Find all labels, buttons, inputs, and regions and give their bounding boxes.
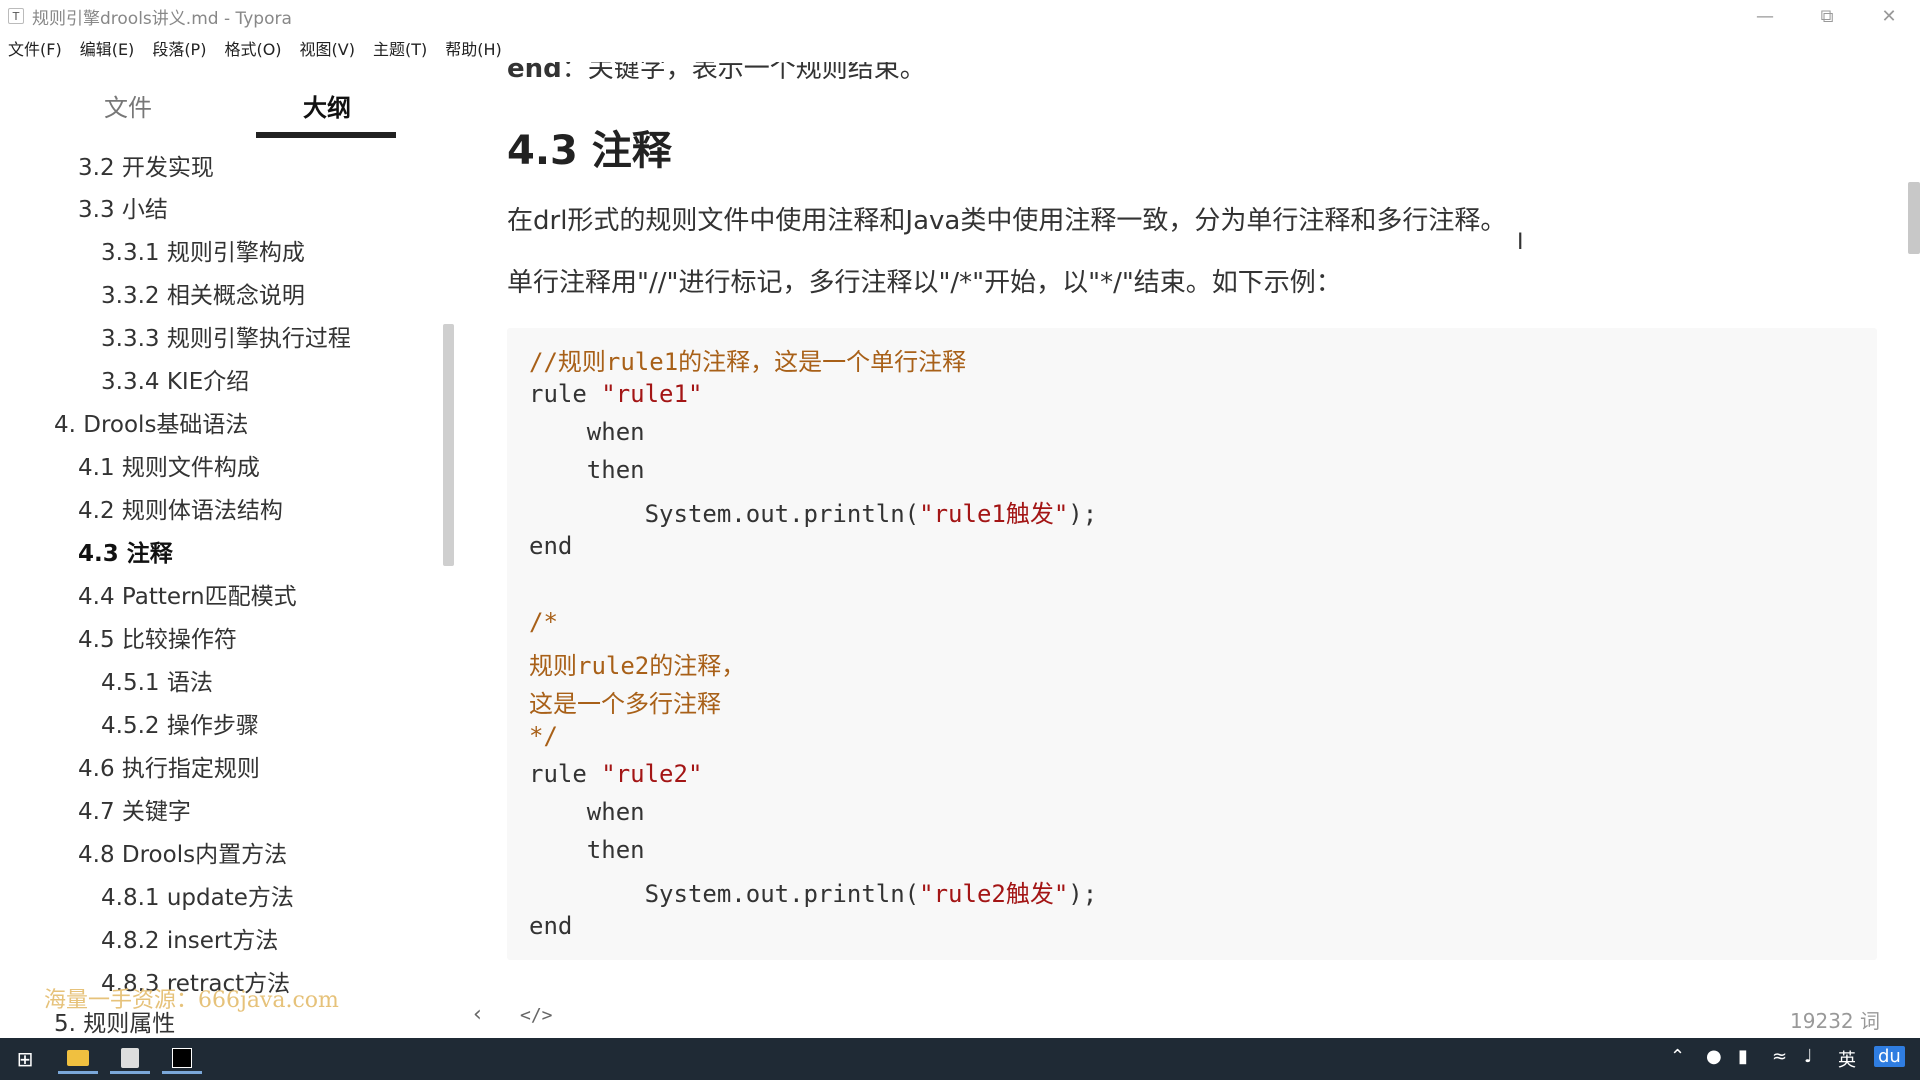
watermark-text: 海量一手资源：666java.com — [44, 988, 339, 1013]
editor-scrollbar[interactable] — [1908, 182, 1920, 254]
outline-item[interactable]: 4.8 Drools内置方法 — [78, 835, 287, 869]
menu-file[interactable]: 文件(F) — [8, 36, 62, 60]
keyword-end: end — [507, 62, 562, 84]
outline-item[interactable]: 4.8.2 insert方法 — [101, 921, 278, 955]
code-string: "rule2触发" — [919, 880, 1069, 908]
menu-edit[interactable]: 编辑(E) — [80, 36, 135, 60]
menu-help[interactable]: 帮助(H) — [445, 36, 502, 60]
outline-item[interactable]: 3.3 小结 — [78, 190, 168, 224]
outline-item[interactable]: 4.1 规则文件构成 — [78, 448, 260, 482]
restore-icon[interactable]: ⧉ — [1796, 0, 1858, 32]
outline-item[interactable]: 4.4 Pattern匹配模式 — [78, 577, 297, 611]
code-token: System.out.println( — [529, 880, 920, 908]
source-code-icon[interactable]: </> — [520, 1005, 553, 1026]
sidebar-scrollbar[interactable] — [443, 324, 454, 566]
typora-app-icon: T — [8, 8, 24, 24]
menu-bar: 文件(F) 编辑(E) 段落(P) 格式(O) 视图(V) 主题(T) 帮助(H… — [0, 34, 520, 62]
outline-item[interactable]: 4.6 执行指定规则 — [78, 749, 260, 783]
code-line: rule "rule2" — [529, 760, 702, 788]
code-line: //规则rule1的注释，这是一个单行注释 — [529, 348, 967, 376]
code-line: then — [529, 456, 645, 484]
windows-start-icon[interactable]: ⊞ — [5, 1044, 45, 1074]
outline-item[interactable]: 3.3.4 KIE介绍 — [101, 362, 249, 396]
code-line: 这是一个多行注释 — [529, 690, 721, 718]
menu-format[interactable]: 格式(O) — [224, 36, 281, 60]
outline-item[interactable]: 3.3.3 规则引擎执行过程 — [101, 319, 351, 353]
sidebar-tabs: 文件 大纲 — [0, 62, 455, 138]
window-title: 规则引擎drools讲义.md - Typora — [32, 8, 292, 29]
tab-files[interactable]: 文件 — [104, 88, 152, 123]
title-bar: T 规则引擎drools讲义.md - Typora — ⧉ ✕ — [0, 0, 1920, 32]
code-token: ); — [1068, 500, 1098, 528]
outline-item[interactable]: 3.2 开发实现 — [78, 148, 214, 182]
input-language[interactable]: 英 — [1838, 1046, 1856, 1072]
code-line: rule "rule1" — [529, 380, 702, 408]
tab-outline[interactable]: 大纲 — [303, 88, 351, 123]
code-line: when — [529, 798, 645, 826]
close-icon[interactable]: ✕ — [1858, 0, 1920, 32]
minimize-icon[interactable]: — — [1734, 0, 1796, 32]
word-count[interactable]: 19232 词 — [1790, 1005, 1880, 1034]
outline-item[interactable]: 4.7 关键字 — [78, 792, 191, 826]
intellij-icon[interactable] — [162, 1044, 202, 1074]
battery-icon[interactable]: ▮ — [1738, 1046, 1748, 1067]
chevron-up-icon[interactable]: ⌃ — [1670, 1046, 1685, 1067]
paragraph-2: 单行注释用"//"进行标记，多行注释以"/*"开始，以"*/"结束。如下示例： — [507, 268, 1342, 298]
code-line: 规则rule2的注释， — [529, 652, 746, 680]
code-token: ); — [1068, 880, 1098, 908]
code-line: end — [529, 532, 573, 560]
menu-theme[interactable]: 主题(T) — [373, 36, 427, 60]
code-string: "rule1" — [601, 380, 703, 408]
previous-line: end：关键字，表示一个规则结束。 — [507, 62, 926, 85]
volume-icon[interactable]: ♩ — [1804, 1046, 1813, 1067]
code-string: "rule1触发" — [919, 500, 1069, 528]
code-line: System.out.println("rule1触发"); — [529, 494, 1098, 529]
editor-content[interactable]: end：关键字，表示一个规则结束。 4.3 注释 在drl形式的规则文件中使用注… — [455, 62, 1920, 1038]
code-token: System.out.println( — [529, 500, 920, 528]
file-explorer-icon[interactable] — [58, 1044, 98, 1074]
code-block[interactable]: //规则rule1的注释，这是一个单行注释 rule "rule1" when … — [507, 328, 1877, 960]
code-line: /* — [529, 608, 558, 636]
outline-item[interactable]: 4.8.1 update方法 — [101, 878, 294, 912]
outline-item[interactable]: 4.2 规则体语法结构 — [78, 491, 283, 525]
code-line: */ — [529, 722, 558, 750]
menu-view[interactable]: 视图(V) — [300, 36, 355, 60]
menu-paragraph[interactable]: 段落(P) — [152, 36, 206, 60]
text-cursor-icon: I — [1517, 230, 1524, 255]
outline-item[interactable]: 4.5.1 语法 — [101, 663, 213, 697]
chevron-left-icon[interactable]: ‹ — [473, 1002, 482, 1027]
previous-line-text: ：关键字，表示一个规则结束。 — [561, 62, 926, 84]
code-line: then — [529, 836, 645, 864]
paragraph-1: 在drl形式的规则文件中使用注释和Java类中使用注释一致，分为单行注释和多行注… — [507, 206, 1507, 236]
baidu-input-icon[interactable]: du — [1874, 1046, 1905, 1067]
code-token: rule — [529, 760, 602, 788]
sidebar: 文件 大纲 3.2 开发实现 3.3 小结 3.3.1 规则引擎构成 3.3.2… — [0, 62, 455, 1038]
microphone-icon[interactable]: ● — [1706, 1046, 1722, 1067]
wifi-icon[interactable]: ≈ — [1772, 1046, 1787, 1067]
code-line: when — [529, 418, 645, 446]
code-token: rule — [529, 380, 602, 408]
outline-list: 3.2 开发实现 3.3 小结 3.3.1 规则引擎构成 3.3.2 相关概念说… — [0, 138, 440, 1038]
code-string: "rule2" — [601, 760, 703, 788]
code-line: end — [529, 912, 573, 940]
outline-item[interactable]: 3.3.1 规则引擎构成 — [101, 233, 305, 267]
code-line: System.out.println("rule2触发"); — [529, 874, 1098, 909]
taskbar: ⊞ ⌃ ● ▮ ≈ ♩ 英 du — [0, 1038, 1920, 1080]
window-controls: — ⧉ ✕ — [1734, 0, 1920, 32]
outline-item-active[interactable]: 4.3 注释 — [78, 534, 173, 568]
outline-item[interactable]: 4. Drools基础语法 — [54, 405, 248, 439]
outline-item[interactable]: 4.5 比较操作符 — [78, 620, 237, 654]
status-bar: ‹ </> 19232 词 — [455, 1000, 1920, 1038]
outline-item[interactable]: 4.5.2 操作步骤 — [101, 706, 259, 740]
typora-taskbar-icon[interactable] — [110, 1044, 150, 1074]
outline-item[interactable]: 3.3.2 相关概念说明 — [101, 276, 305, 310]
section-heading: 4.3 注释 — [507, 128, 672, 174]
